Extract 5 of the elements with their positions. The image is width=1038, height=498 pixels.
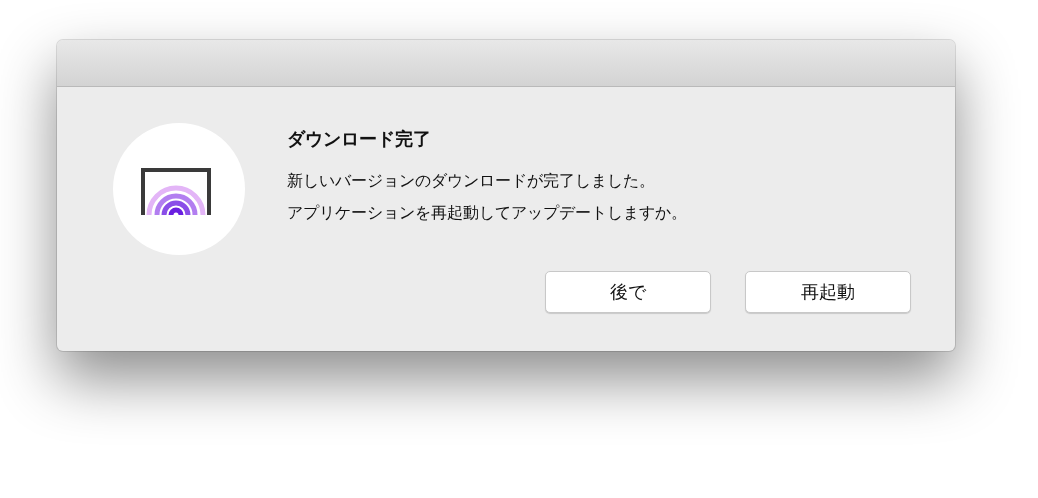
- dialog-title: ダウンロード完了: [287, 127, 432, 151]
- dialog-message: 新しいバージョンのダウンロードが完了しました。 アプリケーションを再起動してアップデートしますか。: [287, 170, 688, 224]
- later-button[interactable]: 後で: [545, 271, 711, 313]
- app-icon: [113, 123, 245, 255]
- restart-button[interactable]: 再起動: [745, 271, 911, 313]
